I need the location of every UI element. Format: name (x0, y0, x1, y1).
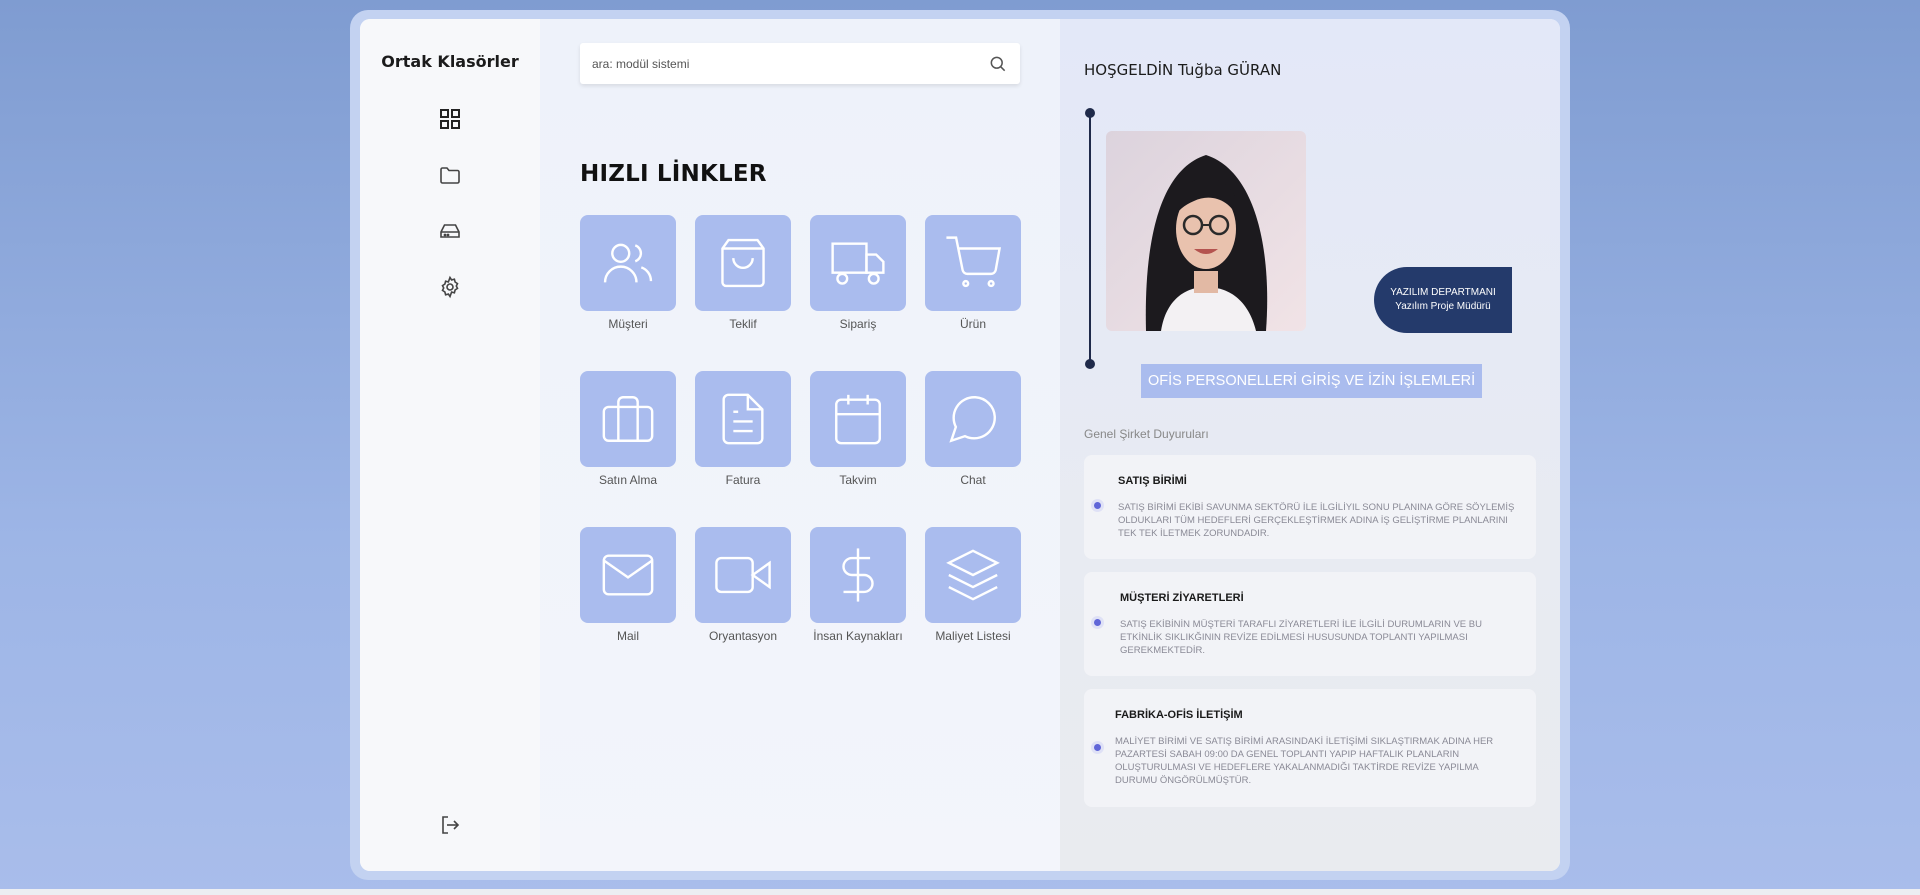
search-input[interactable] (592, 56, 988, 71)
quick-link-label: Chat (960, 473, 986, 487)
quick-link-oryantasyon[interactable]: Oryantasyon (695, 527, 791, 643)
quick-link-takvim[interactable]: Takvim (810, 371, 906, 487)
quick-link-label: Fatura (725, 473, 761, 487)
quick-link-label: İnsan Kaynakları (813, 629, 903, 643)
document-icon (722, 393, 764, 445)
quick-link-label: Sipariş (839, 317, 877, 331)
bullet-icon (1091, 499, 1104, 512)
announcement-body: SATIŞ EKİBİNİN MÜŞTERİ TARAFLI ZİYARETLE… (1120, 619, 1482, 656)
staff-entry-leave-button[interactable]: OFİS PERSONELLERİ GİRİŞ VE İZİN İŞLEMLER… (1141, 364, 1483, 398)
quick-link-label: Mail (616, 629, 639, 643)
quick-link-label: Takvim (839, 473, 877, 487)
announcement-body: SATIŞ BİRİMİ EKİBİ SAVUNMA SEKTÖRÜ İLE İ… (1118, 502, 1515, 539)
search-box (580, 43, 1020, 84)
layers-icon (946, 549, 1000, 601)
announcement-heading: FABRİKA-OFİS İLETİŞİM (1115, 709, 1243, 721)
department-badge: YAZILIM DEPARTMANI Yazılım Proje Müdürü (1374, 267, 1512, 333)
quick-link-insan-kaynaklari[interactable]: İnsan Kaynakları (810, 527, 906, 643)
timeline-line (1089, 111, 1091, 365)
department-name: YAZILIM DEPARTMANI (1390, 287, 1496, 298)
quick-link-fatura[interactable]: Fatura (695, 371, 791, 487)
drive-icon[interactable] (437, 218, 463, 244)
announcement-card: FABRİKA-OFİS İLETİŞİM MALİYET BİRİMİ VE … (1084, 689, 1536, 807)
quick-link-label: Müşteri (608, 317, 648, 331)
dollar-icon (842, 548, 874, 602)
welcome-text: HOŞGELDİN Tuğba GÜRAN (1084, 61, 1282, 79)
users-icon (603, 243, 653, 283)
mail-icon (602, 554, 654, 596)
cart-icon (946, 236, 1002, 288)
quick-link-maliyet-listesi[interactable]: Maliyet Listesi (925, 527, 1021, 643)
grid-icon[interactable] (437, 106, 463, 132)
quick-link-label: Satın Alma (598, 473, 658, 487)
quick-link-label: Ürün (959, 317, 986, 331)
quick-links-title: HIZLI LİNKLER (580, 161, 767, 187)
quick-link-satin-alma[interactable]: Satın Alma (580, 371, 676, 487)
quick-link-siparis[interactable]: Sipariş (810, 215, 906, 331)
main-content: HIZLI LİNKLER Müşteri Teklif Sipariş (540, 19, 1060, 871)
quick-link-teklif[interactable]: Teklif (695, 215, 791, 331)
quick-links-grid: Müşteri Teklif Sipariş Ürün Satın Alma F… (580, 215, 1021, 643)
timeline-dot (1085, 359, 1095, 369)
chat-icon (949, 396, 996, 443)
quick-link-musteri[interactable]: Müşteri (580, 215, 676, 331)
announcement-card: MÜŞTERİ ZİYARETLERİ SATIŞ EKİBİNİN MÜŞTE… (1084, 572, 1536, 676)
video-icon (715, 556, 771, 594)
briefcase-icon (602, 396, 654, 442)
sidebar-brand: Ortak Klasörler (381, 52, 519, 71)
announcement-body: MALİYET BİRİMİ VE SATIŞ BİRİMİ ARASINDAK… (1115, 736, 1494, 786)
profile-panel: HOŞGELDİN Tuğba GÜRAN YAZILIM DEPARTMANI… (1060, 19, 1560, 871)
sidebar: Ortak Klasörler (360, 19, 540, 871)
quick-link-label: Teklif (729, 317, 757, 331)
quick-link-urun[interactable]: Ürün (925, 215, 1021, 331)
quick-link-label: Oryantasyon (708, 629, 778, 643)
job-title: Yazılım Proje Müdürü (1395, 301, 1491, 312)
search-icon[interactable] (988, 54, 1008, 74)
bullet-icon (1091, 616, 1104, 629)
announcement-heading: MÜŞTERİ ZİYARETLERİ (1120, 592, 1244, 604)
quick-link-label: Maliyet Listesi (935, 629, 1011, 643)
logout-icon[interactable] (437, 812, 463, 838)
quick-link-mail[interactable]: Mail (580, 527, 676, 643)
profile-photo (1106, 131, 1306, 331)
truck-icon (831, 242, 885, 285)
timeline-dot (1085, 108, 1095, 118)
settings-icon[interactable] (437, 274, 463, 300)
announcements-title: Genel Şirket Duyuruları (1084, 427, 1209, 441)
bottom-strip (0, 889, 1920, 895)
quick-link-chat[interactable]: Chat (925, 371, 1021, 487)
calendar-icon (835, 394, 881, 445)
folder-icon[interactable] (437, 162, 463, 188)
app-window: Ortak Klasörler ara: modül sistemi HIZLI… (360, 19, 1560, 871)
announcement-heading: SATIŞ BİRİMİ (1118, 475, 1187, 487)
announcement-card: SATIŞ BİRİMİ SATIŞ BİRİMİ EKİBİ SAVUNMA … (1084, 455, 1536, 559)
bullet-icon (1091, 741, 1104, 754)
shopping-bag-icon (721, 238, 765, 288)
